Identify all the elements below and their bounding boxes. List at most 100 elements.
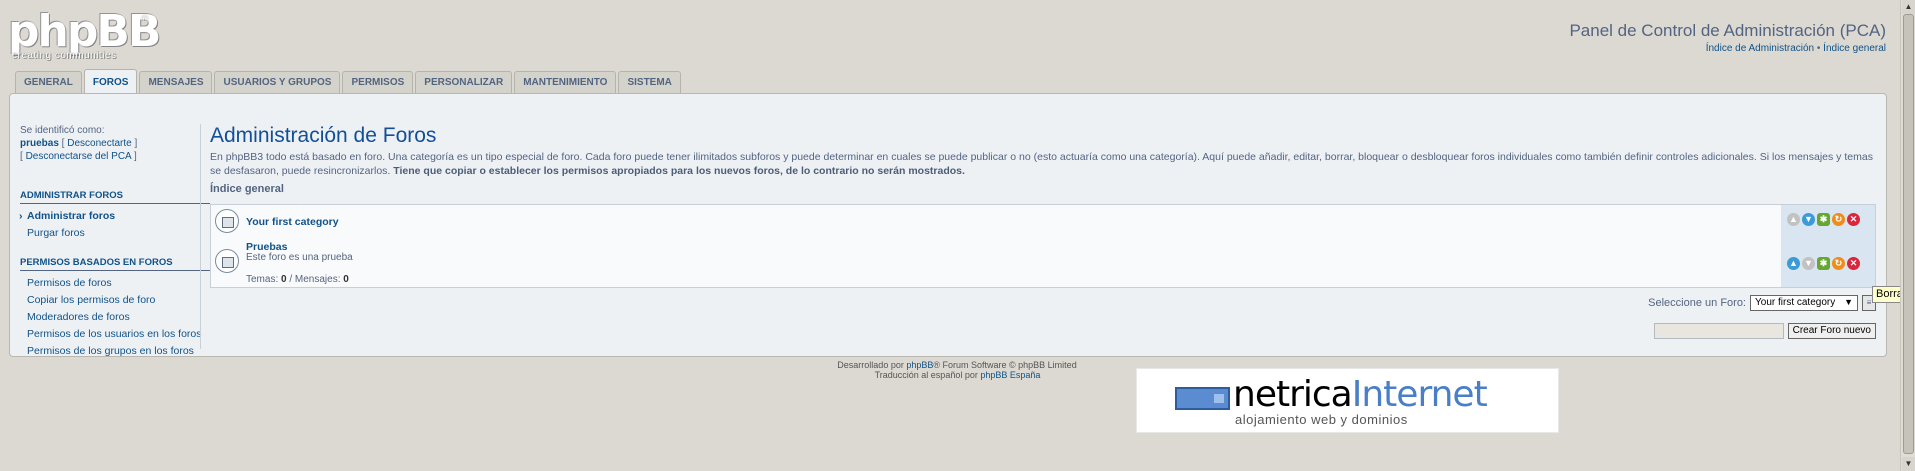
create-forum-row: Crear Foro nuevo <box>1653 323 1876 339</box>
edit-gear-icon[interactable]: ✱ <box>1817 257 1830 270</box>
main-tabs: GENERAL FOROS MENSAJES USUARIOS Y GRUPOS… <box>15 69 681 93</box>
login-label: Se identificó como: <box>20 125 105 136</box>
sidebar-item-administrar-foros[interactable]: Administrar foros <box>19 208 210 225</box>
sidebar-item-moderadores[interactable]: Moderadores de foros <box>20 309 210 326</box>
netrica-banner[interactable]: netricaInternet alojamiento web y domini… <box>1136 368 1559 433</box>
bracket-open: [ <box>58 138 68 149</box>
edit-gear-icon[interactable]: ✱ <box>1817 213 1830 226</box>
footer-translation: Traducción al español por phpBB España <box>0 370 1915 380</box>
delete-icon[interactable]: ✕ <box>1847 257 1860 270</box>
sidebar-list-admin: Administrar foros Purgar foros <box>19 208 210 242</box>
top-links: Índice de Administración • Índice genera… <box>1706 43 1886 54</box>
forum-folder-icon <box>215 249 239 273</box>
sidebar-list-permisos: Permisos de foros Copiar los permisos de… <box>20 275 210 360</box>
scroll-down-icon[interactable]: ▼ <box>1902 457 1915 471</box>
main-panel: Se identificó como: pruebas [ Desconecta… <box>9 93 1887 357</box>
sidebar-item-permisos-grupos[interactable]: Permisos de los grupos en los foros <box>20 343 210 360</box>
login-user-line: pruebas [ Desconectarte ] <box>20 137 210 150</box>
sidebar-item-label[interactable]: Permisos de foros <box>27 277 112 289</box>
sidebar-item-label[interactable]: Moderadores de foros <box>27 311 130 323</box>
banner-wordmark: netricaInternet <box>1233 374 1488 415</box>
logo-wordmark: phpBB <box>8 6 161 57</box>
tab-permisos[interactable]: PERMISOS <box>342 71 414 93</box>
sidebar-item-copiar-permisos[interactable]: Copiar los permisos de foro <box>20 292 210 309</box>
topics-label: Temas: <box>246 274 282 285</box>
intro-text: En phpBB3 todo está basado en foro. Una … <box>210 150 1875 178</box>
forum-description: Este foro es una prueba <box>246 252 353 263</box>
table-row: Pruebas Este foro es una prueba Temas: 0… <box>211 237 1875 287</box>
footer-powered-by: Desarrollado por phpBB® Forum Software ©… <box>0 360 1915 370</box>
resync-icon[interactable]: ↻ <box>1832 257 1845 270</box>
banner-word2: Internet <box>1351 374 1488 415</box>
tab-sistema[interactable]: SISTEMA <box>618 71 681 93</box>
select-forum-label: Seleccione un Foro: <box>1648 297 1746 309</box>
disconnect-pca-link[interactable]: Desconectarse del PCA <box>26 151 132 162</box>
disconnect-pca-line: [ Desconectarse del PCA ] <box>20 150 210 163</box>
chevron-down-icon: ▼ <box>1844 297 1853 307</box>
logout-link[interactable]: Desconectarte <box>67 138 131 149</box>
forum-actions: ▲ ▼ ✱ ↻ ✕ <box>1781 237 1875 287</box>
vertical-scrollbar[interactable]: ▲ ▼ <box>1900 0 1915 471</box>
sidebar-item-purgar-foros[interactable]: Purgar foros <box>20 225 210 242</box>
sidebar-item-permisos-de-foros[interactable]: Permisos de foros <box>20 275 210 292</box>
logo-tagline: creating communities <box>12 50 117 61</box>
posts-label: / Mensajes: <box>286 274 344 285</box>
tab-mantenimiento[interactable]: MANTENIMIENTO <box>514 71 617 93</box>
breadcrumb[interactable]: Índice general <box>210 183 1875 195</box>
footer-text: Traducción al español por <box>874 370 981 380</box>
forum-title[interactable]: Your first category <box>246 216 339 228</box>
sidebar-item-permisos-usuarios[interactable]: Permisos de los usuarios en los foros <box>20 326 210 343</box>
scroll-thumb[interactable] <box>1903 14 1914 454</box>
sidebar-divider <box>200 124 201 349</box>
sidebar-item-label[interactable]: Copiar los permisos de foro <box>27 294 155 306</box>
page-title: Panel de Control de Administración (PCA) <box>1569 21 1886 40</box>
phpbb-link[interactable]: phpBB <box>906 360 933 370</box>
tab-mensajes[interactable]: MENSAJES <box>139 71 213 93</box>
create-forum-button[interactable]: Crear Foro nuevo <box>1787 323 1876 339</box>
move-up-icon[interactable]: ▲ <box>1787 257 1800 270</box>
new-forum-name-input[interactable] <box>1653 323 1784 339</box>
sidebar-item-label[interactable]: Permisos de los usuarios en los foros <box>27 328 202 340</box>
bracket-close: ] <box>131 151 137 162</box>
username: pruebas <box>20 138 59 149</box>
delete-icon[interactable]: ✕ <box>1847 213 1860 226</box>
move-down-icon[interactable]: ▼ <box>1802 213 1815 226</box>
sidebar-section-permisos: PERMISOS BASADOS EN FOROS <box>20 254 210 271</box>
main-content: Administración de Foros En phpBB3 todo e… <box>210 124 1875 195</box>
tab-personalizar[interactable]: PERSONALIZAR <box>415 71 513 93</box>
move-down-disabled-icon: ▼ <box>1802 257 1815 270</box>
admin-index-link[interactable]: Índice de Administración <box>1706 43 1814 54</box>
sidebar-menu: Se identificó como: pruebas [ Desconecta… <box>19 124 210 372</box>
forum-stats: Temas: 0 / Mensajes: 0 <box>246 274 349 285</box>
footer-text: ® Forum Software © phpBB Limited <box>933 360 1077 370</box>
footer-text: Desarrollado por <box>837 360 907 370</box>
phpbb-logo[interactable]: phpBB ® creating communities <box>8 6 161 62</box>
category-folder-icon <box>215 209 239 233</box>
logo-registered: ® <box>141 14 149 25</box>
scroll-up-icon[interactable]: ▲ <box>1902 0 1915 14</box>
posts-count: 0 <box>343 274 349 285</box>
sidebar-item-label[interactable]: Permisos de los grupos en los foros <box>27 345 194 357</box>
tab-usuarios-y-grupos[interactable]: USUARIOS Y GRUPOS <box>214 71 341 93</box>
banner-word1: netrica <box>1233 374 1353 415</box>
sidebar-item-label[interactable]: Administrar foros <box>27 210 115 222</box>
sidebar-section-admin-foros: ADMINISTRAR FOROS <box>20 187 210 204</box>
forum-actions: ▲ ▼ ✱ ↻ ✕ <box>1781 205 1875 237</box>
resync-icon[interactable]: ↻ <box>1832 213 1845 226</box>
login-info: Se identificó como: pruebas [ Desconecta… <box>20 124 210 163</box>
tab-general[interactable]: GENERAL <box>15 71 82 93</box>
forum-select[interactable]: Your first category ▼ <box>1750 295 1858 311</box>
move-up-disabled-icon: ▲ <box>1787 213 1800 226</box>
general-index-link[interactable]: Índice general <box>1823 43 1886 54</box>
bracket-close: ] <box>131 138 138 149</box>
forum-select-value: Your first category <box>1755 297 1836 308</box>
phpbb-espana-link[interactable]: phpBB España <box>980 370 1040 380</box>
tab-foros[interactable]: FOROS <box>83 69 138 93</box>
intro-bold: Tiene que copiar o establecer los permis… <box>393 165 965 177</box>
banner-tagline: alojamiento web y dominios <box>1235 412 1408 427</box>
content-heading: Administración de Foros <box>210 124 437 147</box>
sidebar-item-label[interactable]: Purgar foros <box>27 227 85 239</box>
table-row: Your first category ▲ ▼ ✱ ↻ ✕ <box>211 205 1875 237</box>
link-separator: • <box>1814 43 1824 54</box>
forum-select-row: Seleccione un Foro: Your first category ▼… <box>1648 295 1876 311</box>
